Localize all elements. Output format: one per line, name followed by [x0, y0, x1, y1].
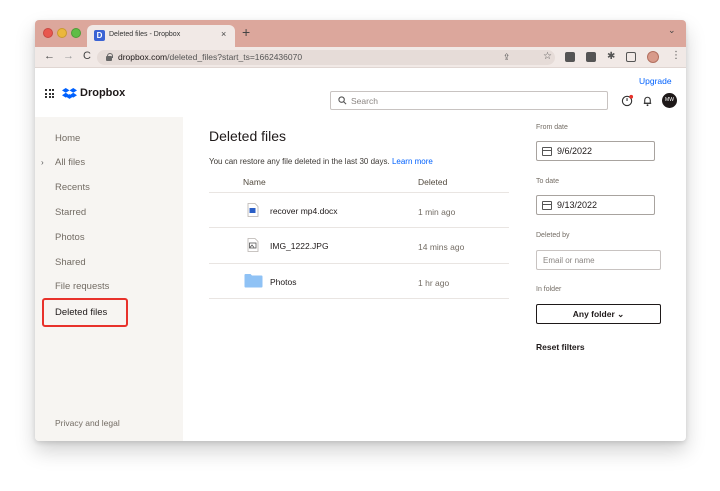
to-date-picker[interactable]: 9/13/2022 — [536, 195, 655, 215]
browser-toolbar: ← → C dropbox.com/deleted_files?start_ts… — [35, 47, 686, 68]
app-grid-icon[interactable] — [45, 89, 54, 98]
from-date-picker[interactable]: 9/6/2022 — [536, 141, 655, 161]
reload-button[interactable]: C — [83, 50, 91, 63]
bell-icon[interactable] — [641, 94, 654, 107]
url-path: /deleted_files?start_ts=1662436070 — [167, 52, 303, 62]
calendar-icon — [542, 201, 552, 210]
divider — [209, 263, 509, 264]
in-folder-label: In folder — [536, 286, 562, 293]
address-bar[interactable]: dropbox.com/deleted_files?start_ts=16624… — [97, 50, 555, 65]
to-date-label: To date — [536, 178, 559, 185]
lock-icon[interactable] — [106, 53, 113, 61]
restore-message-text: You can restore any file deleted in the … — [209, 157, 390, 166]
learn-more-link[interactable]: Learn more — [392, 157, 433, 166]
tab-search-button[interactable]: ⌄ — [668, 25, 676, 36]
sidebar-panel-icon[interactable] — [626, 52, 636, 62]
browser-window: D Deleted files - Dropbox × + ⌄ ← → C dr… — [35, 20, 686, 441]
deleted-time: 1 min ago — [418, 207, 456, 217]
sidebar-item-file-requests[interactable]: File requests — [55, 281, 109, 292]
search-icon — [338, 96, 347, 105]
profile-avatar[interactable] — [647, 51, 659, 63]
share-icon[interactable]: ⇪ — [503, 51, 511, 63]
deleted-time: 14 mins ago — [418, 242, 465, 252]
deleted-time: 1 hr ago — [418, 278, 450, 288]
upgrade-link[interactable]: Upgrade — [639, 76, 672, 86]
minimize-window-button[interactable] — [57, 28, 67, 38]
sidebar-item-recents[interactable]: Recents — [55, 182, 90, 193]
puzzle-extensions-icon[interactable]: ✱ — [607, 51, 615, 63]
divider — [209, 298, 509, 299]
column-header-deleted[interactable]: Deleted — [418, 177, 447, 187]
sidebar-item-all-files[interactable]: All files — [55, 157, 85, 168]
extension-icon[interactable] — [586, 52, 596, 62]
from-date-value: 9/6/2022 — [557, 146, 593, 156]
page-title: Deleted files — [209, 128, 287, 144]
to-date-value: 9/13/2022 — [557, 200, 598, 210]
tab-close-icon[interactable]: × — [221, 29, 226, 39]
calendar-icon — [542, 147, 552, 156]
document-icon — [247, 203, 259, 217]
tab-title: Deleted files - Dropbox — [109, 31, 181, 38]
deleted-by-input[interactable] — [536, 250, 661, 270]
folder-name[interactable]: Photos — [270, 277, 296, 287]
any-folder-dropdown[interactable]: Any folder ⌄ — [536, 304, 661, 324]
sidebar-item-deleted-files[interactable]: Deleted files — [55, 307, 107, 318]
browser-menu-icon[interactable]: ⋮ — [671, 50, 681, 61]
bookmark-star-icon[interactable]: ☆ — [543, 51, 552, 63]
browser-tab[interactable]: D Deleted files - Dropbox × — [87, 25, 235, 47]
close-window-button[interactable] — [43, 28, 53, 38]
reset-filters-button[interactable]: Reset filters — [536, 342, 585, 352]
url-host: dropbox.com — [118, 52, 168, 62]
divider — [209, 227, 509, 228]
dropbox-logo-icon — [62, 88, 77, 99]
brand-name: Dropbox — [80, 87, 126, 99]
back-button[interactable]: ← — [44, 50, 55, 63]
from-date-label: From date — [536, 124, 568, 131]
column-header-name[interactable]: Name — [243, 177, 266, 187]
privacy-legal-link[interactable]: Privacy and legal — [55, 418, 120, 428]
file-name[interactable]: IMG_1222.JPG — [270, 241, 329, 251]
sidebar-item-home[interactable]: Home — [55, 133, 80, 144]
extension-icon[interactable] — [565, 52, 575, 62]
title-bar: D Deleted files - Dropbox × + ⌄ — [35, 20, 686, 47]
dropbox-favicon-icon: D — [94, 30, 105, 41]
sidebar-item-shared[interactable]: Shared — [55, 257, 86, 268]
sidebar-item-starred[interactable]: Starred — [55, 207, 86, 218]
restore-message: You can restore any file deleted in the … — [209, 157, 433, 166]
sidebar-item-photos[interactable]: Photos — [55, 232, 85, 243]
url-text: dropbox.com/deleted_files?start_ts=16624… — [118, 52, 302, 62]
user-avatar[interactable]: MW — [662, 93, 677, 108]
image-icon — [247, 238, 259, 252]
chevron-right-icon[interactable]: › — [41, 158, 44, 167]
folder-icon — [244, 274, 263, 288]
deleted-by-label: Deleted by — [536, 232, 570, 239]
file-name[interactable]: recover mp4.docx — [270, 206, 338, 216]
maximize-window-button[interactable] — [71, 28, 81, 38]
forward-button[interactable]: → — [63, 50, 74, 63]
divider — [209, 192, 509, 193]
search-placeholder: Search — [351, 96, 378, 106]
search-box[interactable]: Search — [330, 91, 608, 110]
activity-icon[interactable] — [621, 94, 634, 107]
new-tab-button[interactable]: + — [242, 24, 250, 40]
